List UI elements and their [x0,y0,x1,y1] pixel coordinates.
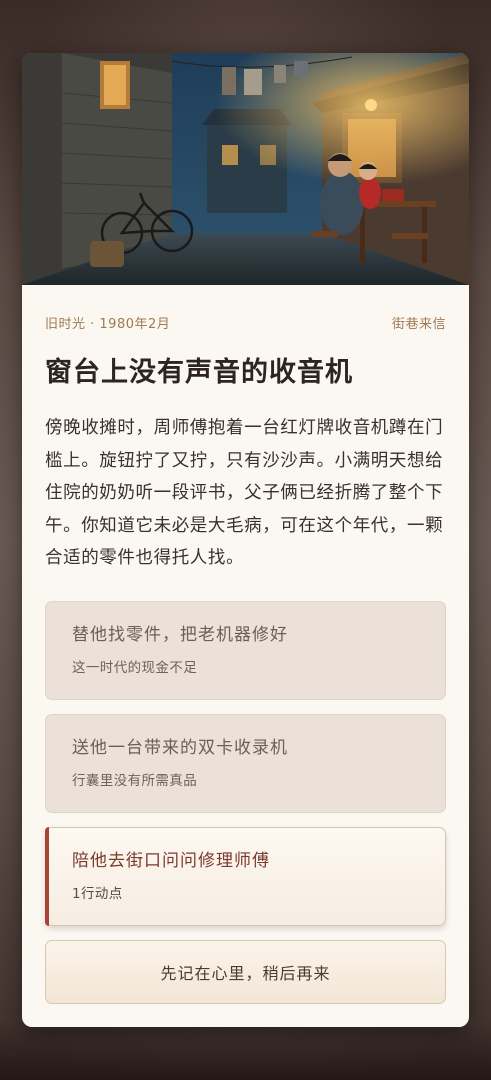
hutong-scene-image [22,53,469,285]
choice-gift-recorder[interactable]: 送他一台带来的双卡收录机 行囊里没有所需真品 [45,713,446,813]
choice-requirement: 这一时代的现金不足 [72,659,198,676]
story-source-label: 街巷来信 [391,317,446,332]
choice-requirement: 行囊里没有所需真品 [72,772,198,789]
story-meta-row: 旧时光 · 1980年2月 街巷来信 [45,313,446,332]
story-card: 旧时光 · 1980年2月 街巷来信 窗台上没有声音的收音机 傍晚收摊时，周师傅… [22,53,469,1027]
background-bottom-shade [0,1020,491,1080]
choice-cost: 1行动点 [72,885,123,902]
choice-visit-repairman[interactable]: 陪他去街口问问修理师傅 1行动点 [45,826,446,926]
choice-title: 替他找零件，把老机器修好 [72,624,288,645]
story-title: 窗台上没有声音的收音机 [45,357,353,388]
later-button[interactable]: 先记在心里，稍后再来 [45,939,446,1004]
story-body: 傍晚收摊时，周师傅抱着一台红灯牌收音机蹲在门槛上。旋钮拧了又拧，只有沙沙声。小满… [45,418,444,569]
choice-title: 送他一台带来的双卡收录机 [72,737,288,758]
choice-repair-radio[interactable]: 替他找零件，把老机器修好 这一时代的现金不足 [45,600,446,700]
hero-illustration [22,53,469,285]
story-era-label: 旧时光 · 1980年2月 [45,317,171,332]
choice-title: 陪他去街口问问修理师傅 [72,850,270,871]
choice-list: 替他找零件，把老机器修好 这一时代的现金不足 送他一台带来的双卡收录机 行囊里没… [45,600,446,1004]
